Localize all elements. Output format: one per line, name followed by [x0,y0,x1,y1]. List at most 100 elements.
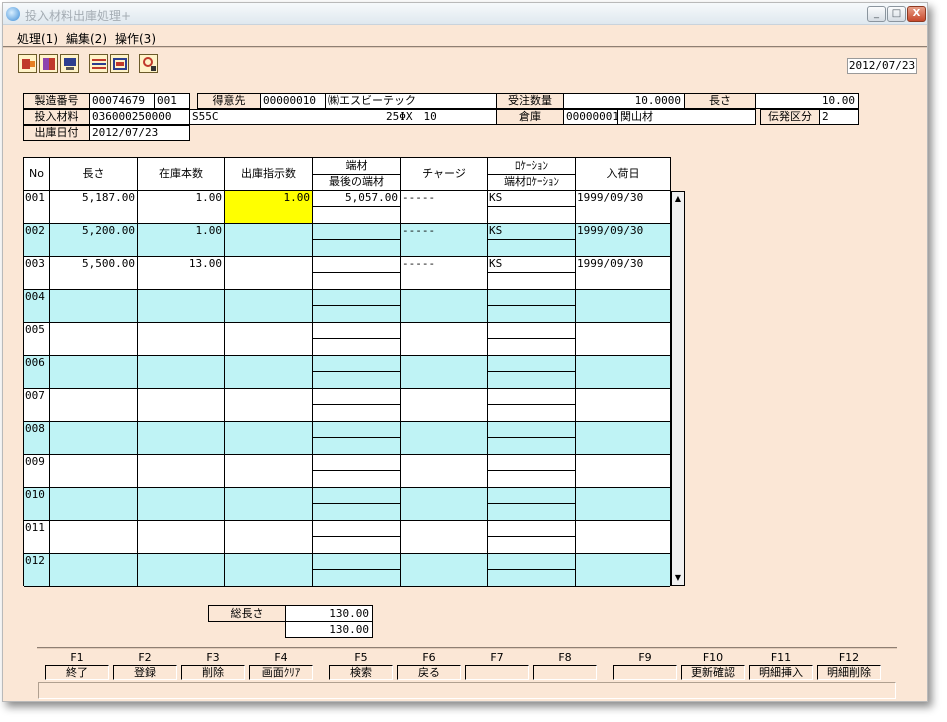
cell-ship-qty-value[interactable] [225,488,312,504]
fkey-f6: F6 戻る [397,651,461,680]
cell-ship-qty-value[interactable] [225,224,312,240]
search-icon[interactable] [139,54,158,73]
exit-icon[interactable] [18,54,37,73]
cell-ship-qty-value[interactable] [225,554,312,570]
menu-bar: 処理(1) 編集(2) 操作(3) [3,26,927,48]
cell-ship-qty[interactable] [225,554,313,586]
cell-ship-qty-value[interactable] [225,422,312,438]
cell-offcut [313,323,401,355]
cell-ship-qty-value[interactable] [225,521,312,537]
cell-ship-qty-value[interactable] [225,356,312,372]
row-no-cell: 011 [24,521,50,553]
book-icon[interactable] [39,54,58,73]
cell-arrival-value [576,488,670,504]
cell-ship-qty[interactable] [225,290,313,322]
fkey-button-f10[interactable]: 更新確認 [681,665,745,680]
cell-ship-qty-value[interactable]: 1.00 [225,191,312,207]
customer-code-field[interactable]: 00000010 [260,93,326,109]
total-length-label: 総長さ [208,605,286,622]
cell-stock-value: 13.00 [188,257,222,270]
cell-ship-qty-value[interactable] [225,323,312,339]
fkey-button-f9[interactable] [613,665,677,680]
cell-ship-qty[interactable] [225,224,313,256]
maximize-button[interactable]: □ [887,6,906,22]
grid-icon[interactable] [110,54,129,73]
cell-ship-qty[interactable] [225,257,313,289]
length-field: 10.00 [755,93,859,109]
fkey-button-f11[interactable]: 明細挿入 [749,665,813,680]
fkey-f3: F3 削除 [181,651,245,680]
fkey-name: F4 [274,651,288,664]
cell-length [50,455,138,487]
cell-ship-qty-value[interactable] [225,257,312,273]
title-bar: 投入材料出庫処理+ _ □ X [3,3,927,25]
cell-offcut [313,488,401,520]
slip-field[interactable]: 2 [819,109,859,125]
mfg-no-field[interactable]: 00074679 [89,93,155,109]
scroll-down-icon[interactable]: ▼ [672,572,684,584]
fkey-button-f7[interactable] [465,665,529,680]
cell-ship-qty-value[interactable] [225,389,312,405]
cell-ship-qty[interactable] [225,488,313,520]
fkey-button-f3[interactable]: 削除 [181,665,245,680]
cell-ship-qty[interactable] [225,389,313,421]
computer-icon[interactable] [60,54,79,73]
fkey-button-f8[interactable] [533,665,597,680]
fkey-f4: F4 画面ｸﾘｱ [249,651,313,680]
cell-ship-qty-value[interactable] [225,455,312,471]
cell-stock [138,422,225,454]
menu-process[interactable]: 処理(1) [17,30,58,47]
cell-length-value [50,554,137,570]
cell-arrival-value: 1999/09/30 [577,224,644,237]
cell-arrival [576,455,670,487]
row-no: 003 [25,257,45,270]
cell-arrival [576,554,670,586]
cell-ship-qty[interactable] [225,323,313,355]
fkey-button-f5[interactable]: 検索 [329,665,393,680]
cell-ship-qty[interactable]: 1.00 [225,191,313,223]
ship-date-field[interactable]: 2012/07/23 [89,125,190,141]
mfg-sub-field[interactable]: 001 [154,93,190,109]
row-no: 004 [25,290,45,303]
cell-length: 5,500.00 [50,257,138,289]
cell-arrival [576,422,670,454]
cell-ship-qty[interactable] [225,422,313,454]
cell-charge [401,488,488,520]
grid-scrollbar[interactable]: ▲ ▼ [671,191,685,586]
cell-ship-qty[interactable] [225,455,313,487]
cell-location [488,356,576,388]
fkey-name: F1 [70,651,84,664]
fkey-f8: F8 [533,651,597,680]
col-header-no: No [24,158,50,191]
material-code-field[interactable]: 036000250000 [89,109,190,125]
fkey-button-f6[interactable]: 戻る [397,665,461,680]
order-qty-field: 10.0000 [563,93,685,109]
fkey-button-f4[interactable]: 画面ｸﾘｱ [249,665,313,680]
cell-arrival [576,356,670,388]
warehouse-code-field[interactable]: 00000001 [563,109,618,125]
fkey-name: F2 [138,651,152,664]
fkey-name: F12 [838,651,860,664]
cell-location [488,488,576,520]
cell-stock [138,290,225,322]
fkey-button-f12[interactable]: 明細削除 [817,665,881,680]
fkey-name: F10 [702,651,724,664]
table-row: 006 [24,356,670,389]
close-button[interactable]: X [907,6,926,22]
fkey-button-f1[interactable]: 終了 [45,665,109,680]
cell-ship-qty[interactable] [225,356,313,388]
cell-length [50,521,138,553]
cell-stock-value [138,290,224,306]
minimize-button[interactable]: _ [867,6,886,22]
cell-length-value: 5,200.00 [82,224,135,237]
menu-edit[interactable]: 編集(2) [66,30,107,47]
cell-location-value [488,554,575,570]
fkey-button-f2[interactable]: 登録 [113,665,177,680]
scroll-up-icon[interactable]: ▲ [672,193,684,205]
list-icon[interactable] [89,54,108,73]
cell-ship-qty[interactable] [225,521,313,553]
menu-operation[interactable]: 操作(3) [115,30,156,47]
customer-label: 得意先 [197,93,261,109]
row-no: 011 [25,521,45,534]
cell-ship-qty-value[interactable] [225,290,312,306]
